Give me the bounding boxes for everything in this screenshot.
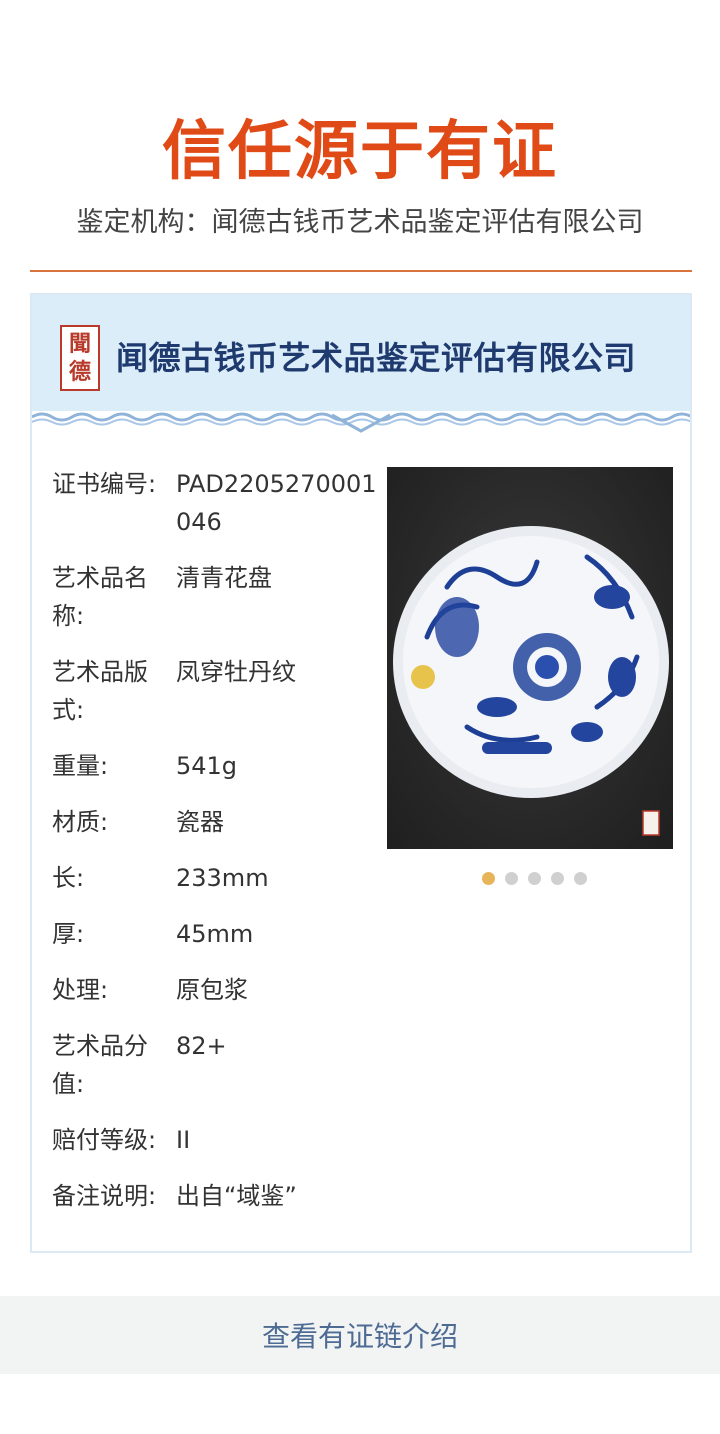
header-company-name: 闻德古钱币艺术品鉴定评估有限公司 [116, 339, 637, 377]
carousel-dot[interactable] [574, 872, 587, 885]
wave-border [32, 411, 690, 437]
field-value: PAD2205270001046 [176, 470, 377, 536]
field-label: 材质: [52, 808, 109, 836]
carousel-dot[interactable] [528, 872, 541, 885]
field-label: 艺术品名称: [52, 564, 148, 630]
field-value: 82+ [176, 1032, 227, 1060]
slogan-title: 信任源于有证 [162, 114, 558, 189]
field-label: 重量: [52, 752, 109, 780]
carousel-dot[interactable] [551, 872, 564, 885]
carousel-dot[interactable] [505, 872, 518, 885]
view-intro-button[interactable]: 查看有证链介绍 [0, 1296, 720, 1374]
carousel-indicator [482, 872, 587, 885]
certificate-fields: 证书编号: PAD2205270001046 艺术品名称: 清青花盘 艺术品版式… [52, 465, 382, 1233]
field-label: 厚: [52, 920, 85, 948]
field-value: II [176, 1126, 191, 1154]
porcelain-plate-image [393, 526, 669, 836]
divider [30, 270, 692, 272]
field-row-compensation: 赔付等级: II [52, 1121, 382, 1159]
seal-logo: 聞 德 [60, 325, 100, 391]
view-intro-label: 查看有证链介绍 [261, 1320, 458, 1353]
field-value: 45mm [176, 920, 254, 948]
appraisal-agency: 鉴定机构：闻德古钱币艺术品鉴定评估有限公司 [76, 207, 644, 238]
field-value: 原包浆 [176, 976, 248, 1004]
artwork-photo[interactable] [387, 467, 673, 849]
field-row-thickness: 厚: 45mm [52, 915, 382, 953]
field-value: 清青花盘 [176, 564, 272, 592]
field-value: 541g [176, 752, 238, 780]
field-label: 艺术品版式: [52, 658, 148, 724]
field-row-weight: 重量: 541g [52, 747, 382, 785]
carousel-dot-active[interactable] [482, 872, 495, 885]
field-label: 处理: [52, 976, 109, 1004]
field-label: 备注说明: [52, 1182, 157, 1210]
certificate-card: 聞 德 闻德古钱币艺术品鉴定评估有限公司 证书编号: PAD2205270001… [30, 293, 692, 1253]
field-row-art-name: 艺术品名称: 清青花盘 [52, 559, 382, 635]
field-value: 出自“域鉴” [176, 1182, 297, 1210]
field-row-remarks: 备注说明: 出自“域鉴” [52, 1177, 382, 1215]
field-row-treatment: 处理: 原包浆 [52, 971, 382, 1009]
field-value: 233mm [176, 864, 269, 892]
field-row-art-style: 艺术品版式: 凤穿牡丹纹 [52, 653, 382, 729]
field-value: 瓷器 [176, 808, 224, 836]
field-row-cert-number: 证书编号: PAD2205270001046 [52, 465, 382, 541]
field-label: 赔付等级: [52, 1126, 157, 1154]
field-row-length: 长: 233mm [52, 859, 382, 897]
field-label: 长: [52, 864, 85, 892]
field-label: 艺术品分值: [52, 1032, 148, 1098]
field-row-material: 材质: 瓷器 [52, 803, 382, 841]
field-value: 凤穿牡丹纹 [176, 658, 296, 686]
field-row-score: 艺术品分值: 82+ [52, 1027, 382, 1103]
field-label: 证书编号: [52, 470, 157, 498]
certificate-header: 聞 德 闻德古钱币艺术品鉴定评估有限公司 [32, 295, 690, 411]
